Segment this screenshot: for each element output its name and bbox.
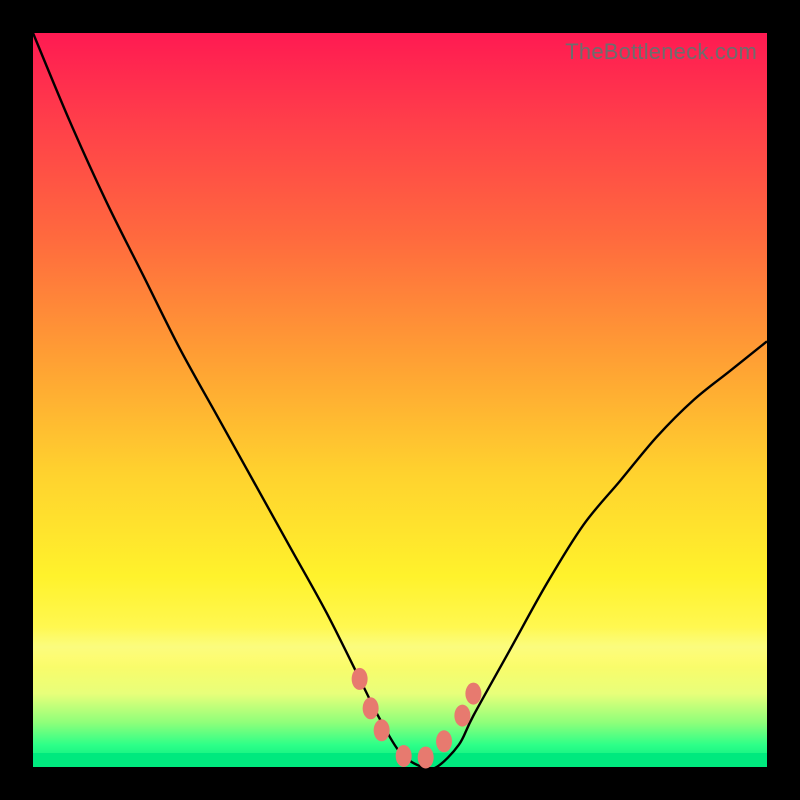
curve-marker (352, 668, 368, 690)
curve-marker (436, 730, 452, 752)
curve-marker (465, 683, 481, 705)
bottleneck-curve (33, 33, 767, 767)
curve-marker (374, 719, 390, 741)
chart-frame: TheBottleneck.com (0, 0, 800, 800)
plot-area: TheBottleneck.com (33, 33, 767, 767)
curve-marker (363, 697, 379, 719)
curve-marker (454, 705, 470, 727)
curve-marker (396, 745, 412, 767)
curve-markers (352, 668, 482, 769)
curve-marker (418, 746, 434, 768)
curve-line (33, 33, 767, 769)
